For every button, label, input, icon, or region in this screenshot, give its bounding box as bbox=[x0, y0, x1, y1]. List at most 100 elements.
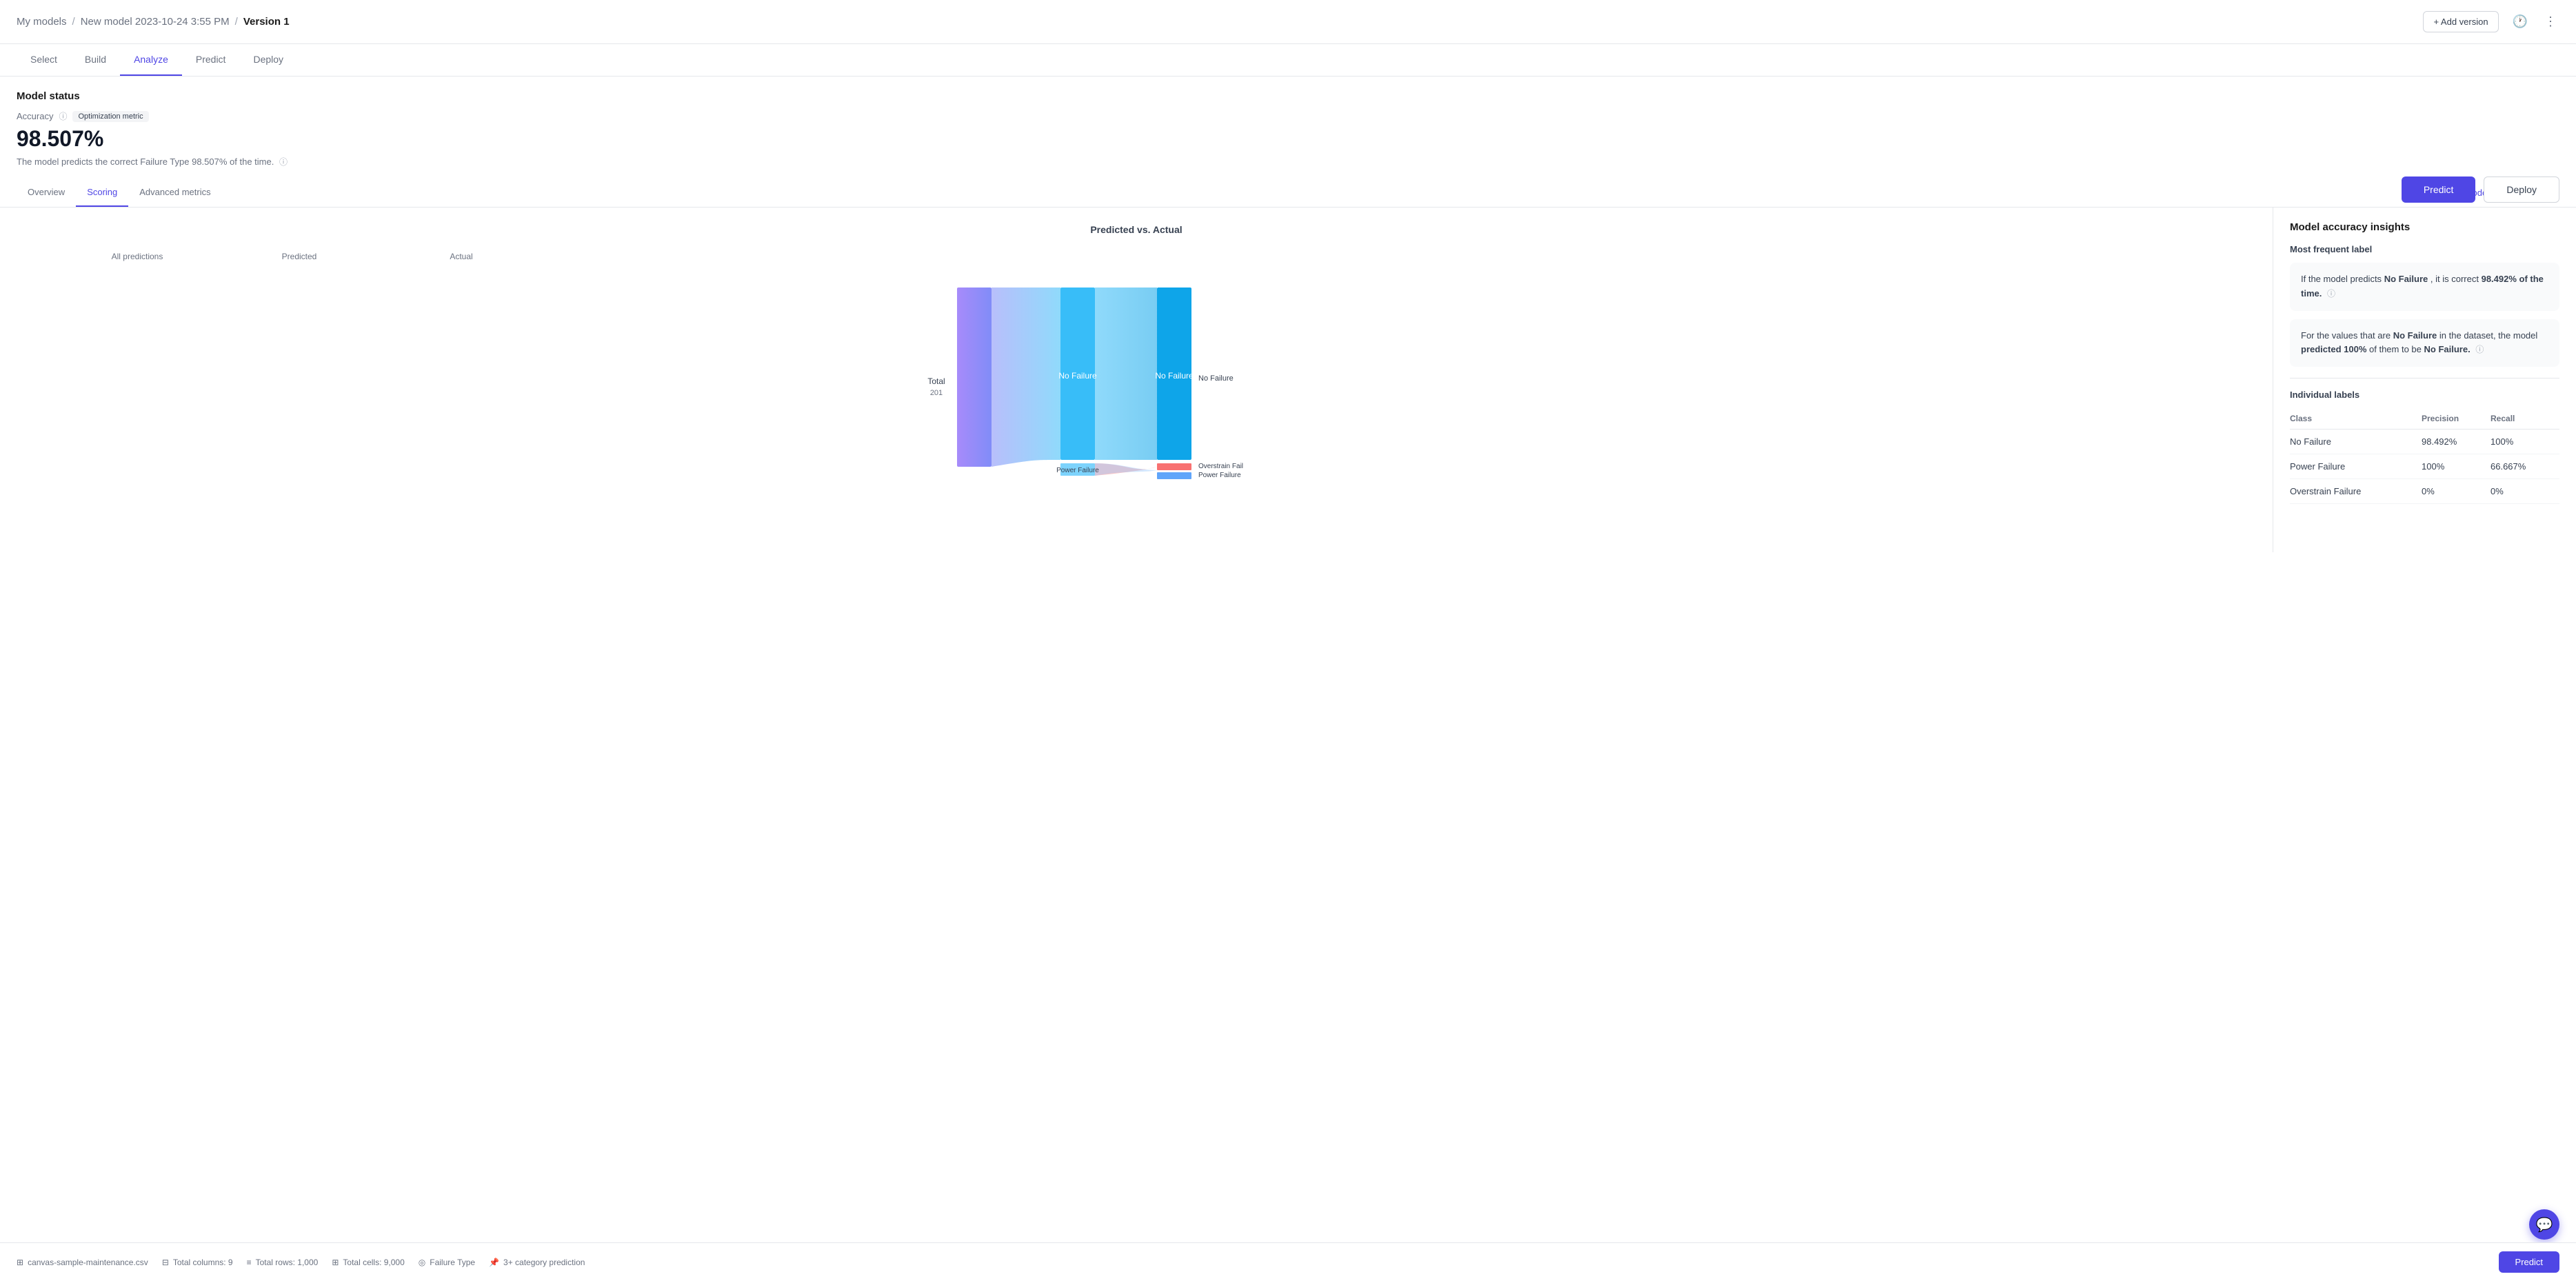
power-failure-right-label: Power Failure bbox=[1198, 472, 1241, 479]
sankey-chart: Total 201 bbox=[17, 267, 2256, 501]
footer-prediction-text: 3+ category prediction bbox=[503, 1258, 585, 1267]
insight2-highlight1: No Failure bbox=[2393, 330, 2437, 341]
footer-right: Predict bbox=[2499, 1251, 2559, 1273]
footer-columns: ⊟ Total columns: 9 bbox=[162, 1258, 233, 1267]
chart-label-predicted: Predicted bbox=[261, 252, 337, 261]
main-content: Predicted vs. Actual All predictions Pre… bbox=[0, 208, 2576, 552]
more-options-icon[interactable]: ⋮ bbox=[2542, 12, 2559, 32]
footer: ⊞ canvas-sample-maintenance.csv ⊟ Total … bbox=[0, 1242, 2576, 1281]
row1-precision: 98.492% bbox=[2422, 436, 2491, 447]
row1-class: No Failure bbox=[2290, 436, 2422, 447]
total-label: Total bbox=[927, 376, 945, 386]
sub-tabs-list: Overview Scoring Advanced metrics bbox=[17, 179, 222, 207]
actual-bar-overstrain bbox=[1157, 463, 1191, 470]
breadcrumb-model-name[interactable]: New model 2023-10-24 3:55 PM bbox=[81, 16, 230, 28]
insight2-text-after: of them to be bbox=[2369, 344, 2422, 354]
insight2-text-before: For the values that are bbox=[2301, 330, 2391, 341]
accuracy-desc-text: The model predicts the correct Failure T… bbox=[17, 157, 274, 167]
breadcrumb-version: Version 1 bbox=[243, 16, 290, 28]
row3-precision: 0% bbox=[2422, 486, 2491, 496]
chat-fab[interactable]: 💬 bbox=[2529, 1209, 2559, 1240]
actual-bar-power-failure bbox=[1157, 472, 1191, 479]
flow-no-failure-left bbox=[992, 288, 1060, 467]
table-row: Overstrain Failure 0% 0% bbox=[2290, 479, 2559, 504]
tab-predict[interactable]: Predict bbox=[182, 44, 240, 76]
breadcrumb-my-models[interactable]: My models bbox=[17, 16, 67, 28]
chat-icon: 💬 bbox=[2536, 1216, 2553, 1233]
insight1-highlight1: No Failure bbox=[2384, 274, 2428, 284]
overstrain-right-label: Overstrain Fail bbox=[1198, 463, 1243, 470]
row2-recall: 66.667% bbox=[2491, 461, 2559, 472]
target-icon: ◎ bbox=[419, 1258, 425, 1267]
header: My models / New model 2023-10-24 3:55 PM… bbox=[0, 0, 2576, 44]
insight1-text-middle: , it is correct bbox=[2431, 274, 2479, 284]
chart-label-actual: Actual bbox=[423, 252, 499, 261]
table-header: Class Precision Recall bbox=[2290, 408, 2559, 430]
power-failure-left-label: Power Failure bbox=[1056, 467, 1099, 474]
chart-title: Predicted vs. Actual bbox=[17, 224, 2256, 235]
footer-file: ⊞ canvas-sample-maintenance.csv bbox=[17, 1258, 148, 1267]
tab-select[interactable]: Select bbox=[17, 44, 71, 76]
chart-label-all-predictions: All predictions bbox=[99, 252, 175, 261]
total-value: 201 bbox=[930, 389, 943, 397]
predicted-no-failure-label: No Failure bbox=[1058, 371, 1097, 381]
accuracy-info-icon[interactable]: ⓘ bbox=[59, 110, 67, 122]
footer-target-text: Failure Type bbox=[430, 1258, 475, 1267]
footer-cells-text: Total cells: 9,000 bbox=[343, 1258, 404, 1267]
tab-analyze[interactable]: Analyze bbox=[120, 44, 182, 76]
model-status-title: Model status bbox=[17, 90, 2559, 102]
footer-cells: ⊞ Total cells: 9,000 bbox=[332, 1258, 404, 1267]
insight-box-1: If the model predicts No Failure , it is… bbox=[2290, 263, 2559, 311]
add-version-button[interactable]: + Add version bbox=[2423, 11, 2498, 32]
history-icon[interactable]: 🕐 bbox=[2510, 12, 2530, 32]
action-buttons: Predict Deploy bbox=[2402, 176, 2559, 203]
deploy-button[interactable]: Deploy bbox=[2484, 176, 2559, 203]
sankey-svg: Total 201 bbox=[17, 267, 2256, 501]
insight2-highlight3: No Failure. bbox=[2424, 344, 2471, 354]
footer-target: ◎ Failure Type bbox=[419, 1258, 475, 1267]
file-icon: ⊞ bbox=[17, 1258, 23, 1267]
col-class: Class bbox=[2290, 414, 2422, 423]
footer-rows: ≡ Total rows: 1,000 bbox=[247, 1258, 319, 1267]
cells-icon: ⊞ bbox=[332, 1258, 339, 1267]
no-failure-right-label: No Failure bbox=[1198, 374, 1234, 383]
predict-button[interactable]: Predict bbox=[2402, 176, 2476, 203]
optimization-badge: Optimization metric bbox=[72, 111, 148, 122]
row1-recall: 100% bbox=[2491, 436, 2559, 447]
row2-class: Power Failure bbox=[2290, 461, 2422, 472]
sub-tab-overview[interactable]: Overview bbox=[17, 179, 76, 207]
columns-icon: ⊟ bbox=[162, 1258, 169, 1267]
footer-prediction-type: 📌 3+ category prediction bbox=[489, 1258, 585, 1267]
sub-tab-scoring[interactable]: Scoring bbox=[76, 179, 128, 207]
breadcrumb-sep2: / bbox=[235, 16, 238, 28]
footer-predict-button[interactable]: Predict bbox=[2499, 1251, 2559, 1273]
tab-deploy[interactable]: Deploy bbox=[239, 44, 297, 76]
insight2-text-middle: in the dataset, the model bbox=[2439, 330, 2537, 341]
right-panel: Model accuracy insights Most frequent la… bbox=[2273, 208, 2576, 552]
row2-precision: 100% bbox=[2422, 461, 2491, 472]
desc-info-icon[interactable]: ⓘ bbox=[279, 157, 288, 167]
footer-filename: canvas-sample-maintenance.csv bbox=[28, 1258, 148, 1267]
prediction-icon: 📌 bbox=[489, 1258, 499, 1267]
col-recall: Recall bbox=[2491, 414, 2559, 423]
panel-divider bbox=[2290, 378, 2559, 379]
insight2-info-icon[interactable]: ⓘ bbox=[2475, 345, 2484, 354]
tab-build[interactable]: Build bbox=[71, 44, 120, 76]
row3-recall: 0% bbox=[2491, 486, 2559, 496]
breadcrumb: My models / New model 2023-10-24 3:55 PM… bbox=[17, 16, 290, 28]
breadcrumb-sep1: / bbox=[72, 16, 75, 28]
footer-rows-text: Total rows: 1,000 bbox=[256, 1258, 319, 1267]
insight1-info-icon[interactable]: ⓘ bbox=[2327, 289, 2335, 299]
footer-columns-text: Total columns: 9 bbox=[173, 1258, 233, 1267]
table-row: Power Failure 100% 66.667% bbox=[2290, 454, 2559, 479]
most-frequent-subtitle: Most frequent label bbox=[2290, 244, 2559, 254]
accuracy-row: Accuracy ⓘ Optimization metric bbox=[17, 110, 2559, 122]
nav-tabs: Select Build Analyze Predict Deploy bbox=[0, 44, 2576, 77]
sub-tabs: Overview Scoring Advanced metrics 📊 Mode… bbox=[0, 179, 2576, 208]
col-precision: Precision bbox=[2422, 414, 2491, 423]
insight2-highlight2: predicted 100% bbox=[2301, 344, 2366, 354]
sub-tab-advanced-metrics[interactable]: Advanced metrics bbox=[128, 179, 221, 207]
flow-power-failure-2 bbox=[1095, 463, 1157, 476]
insight-box-2: For the values that are No Failure in th… bbox=[2290, 319, 2559, 367]
accuracy-description: The model predicts the correct Failure T… bbox=[17, 156, 2559, 168]
